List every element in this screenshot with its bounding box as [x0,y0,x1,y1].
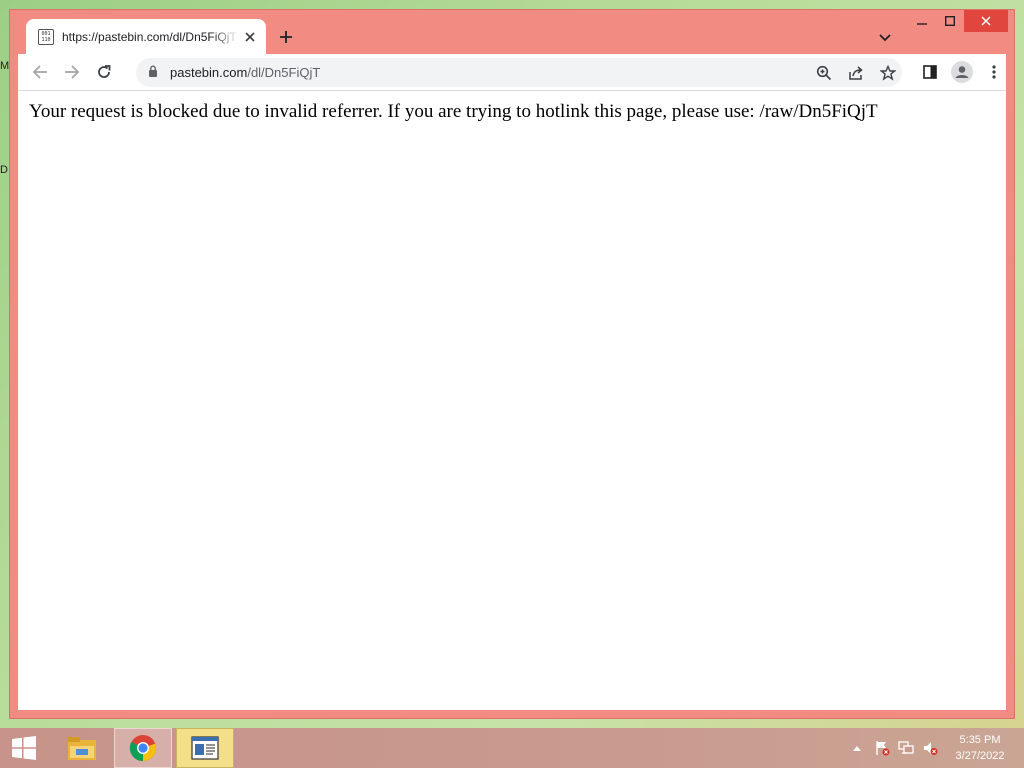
browser-toolbar: pastebin.com/dl/Dn5FiQjT [18,54,1006,91]
url-host: pastebin.com [170,65,248,80]
menu-kebab-icon[interactable] [982,60,1006,84]
forward-arrow-icon[interactable] [60,60,84,84]
tab-search-chevron-icon[interactable] [875,28,895,48]
close-icon[interactable] [242,29,258,45]
back-arrow-icon[interactable] [28,60,52,84]
windows-start-icon[interactable] [0,728,48,768]
profile-avatar-icon[interactable] [950,60,974,84]
browser-window: 001 110 https://pastebin.com/dl/Dn5FiQjT [10,10,1014,718]
file-explorer-icon[interactable] [58,728,106,768]
url-path: /dl/Dn5FiQjT [247,65,321,80]
tab-title: https://pastebin.com/dl/Dn5FiQjT [62,29,237,44]
chrome-icon[interactable] [114,728,172,768]
pastebin-favicon-icon: 001 110 [38,28,54,45]
volume-muted-icon[interactable] [920,728,940,768]
zoom-icon[interactable] [812,61,836,85]
network-icon[interactable] [896,728,916,768]
lock-icon[interactable] [148,64,158,82]
star-bookmark-icon[interactable] [876,61,900,85]
address-bar[interactable]: pastebin.com/dl/Dn5FiQjT [136,58,902,87]
share-icon[interactable] [844,61,868,85]
new-tab-button[interactable] [276,27,296,47]
minimize-button[interactable] [908,10,936,32]
clock[interactable]: 5:35 PM 3/27/2022 [944,732,1016,764]
desktop-icon-label: M [0,60,10,72]
url-text: pastebin.com/dl/Dn5FiQjT [170,65,320,80]
clock-date: 3/27/2022 [955,750,1005,762]
desktop-icon-label: D [0,164,8,176]
action-center-flag-icon[interactable] [872,728,892,768]
side-panel-icon[interactable] [918,60,942,84]
clock-time: 5:35 PM [959,734,1001,746]
page-content: Your request is blocked due to invalid r… [18,91,1006,710]
maximize-button[interactable] [936,10,964,32]
taskbar: 5:35 PM 3/27/2022 [0,728,1024,768]
browser-tab[interactable]: 001 110 https://pastebin.com/dl/Dn5FiQjT [26,19,266,54]
tab-strip: 001 110 https://pastebin.com/dl/Dn5FiQjT [10,10,1014,54]
app-icon[interactable] [176,728,234,768]
reload-icon[interactable] [92,60,116,84]
blocked-message: Your request is blocked due to invalid r… [29,101,878,122]
close-window-button[interactable] [964,10,1008,32]
show-hidden-icon[interactable] [850,728,864,768]
